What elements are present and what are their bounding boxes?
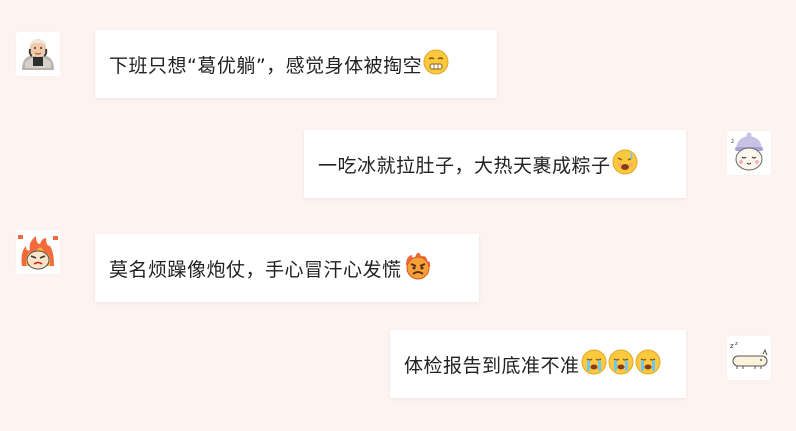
angry-face-icon <box>403 251 433 281</box>
svg-text:z: z <box>735 341 738 347</box>
grimacing-face-icon <box>423 49 449 75</box>
chat-conversation: 下班只想“葛优躺”，感觉身体被掏空 一吃冰就拉肚子，大热天裹成粽子 z 莫名烦躁… <box>0 0 796 431</box>
crying-face-icon <box>635 349 661 375</box>
bald-man-avatar-icon[interactable] <box>16 32 60 76</box>
lying-creature-avatar-icon[interactable]: z z <box>727 336 771 380</box>
message-text: 一吃冰就拉肚子，大热天裹成粽子 <box>318 154 611 177</box>
sick-face-icon <box>612 149 638 175</box>
sleepy-cat-hat-avatar-icon[interactable]: z <box>727 131 771 175</box>
message-bubble[interactable]: 体检报告到底准不准 <box>390 330 686 398</box>
message-text: 下班只想“葛优躺”，感觉身体被掏空 <box>109 54 423 77</box>
message-bubble[interactable]: 下班只想“葛优躺”，感觉身体被掏空 <box>95 30 497 98</box>
message-text: 体检报告到底准不准 <box>404 354 580 377</box>
crying-face-icon <box>581 349 607 375</box>
message-bubble[interactable]: 莫名烦躁像炮仗，手心冒汗心发慌 <box>95 234 479 302</box>
angry-fire-avatar-icon[interactable] <box>16 230 60 274</box>
crying-face-icon <box>608 349 634 375</box>
svg-text:z: z <box>730 342 734 350</box>
svg-text:z: z <box>731 138 734 145</box>
message-bubble[interactable]: 一吃冰就拉肚子，大热天裹成粽子 <box>304 130 686 198</box>
message-text: 莫名烦躁像炮仗，手心冒汗心发慌 <box>109 258 402 281</box>
